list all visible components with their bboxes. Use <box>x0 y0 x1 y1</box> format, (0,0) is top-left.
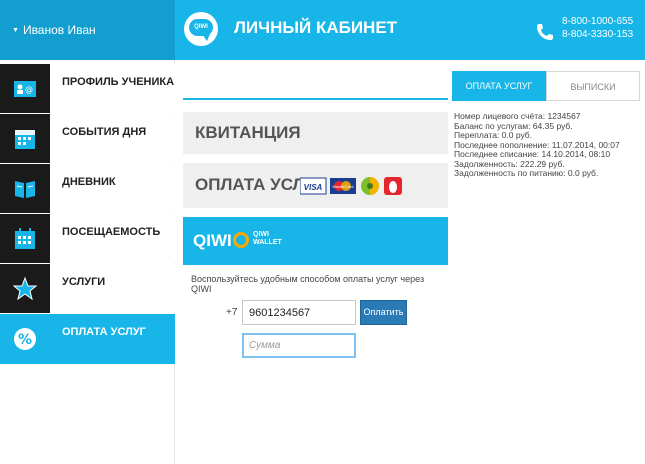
phone-prefix: +7 <box>226 307 238 318</box>
page-title: ЛИЧНЫЙ КАБИНЕТ <box>234 18 398 37</box>
phone-1: 8-800-1000-655 <box>562 16 634 27</box>
user-menu[interactable]: ▼ Иванов Иван <box>0 0 175 60</box>
qiwi-wallet-line-1: QIWI <box>253 231 269 238</box>
qiwi-description: Воспользуйтесь удобным способом оплаты у… <box>191 274 425 294</box>
svg-text:@: @ <box>25 85 33 94</box>
sidebar-icon-box <box>0 214 50 263</box>
right-tabs: ОПЛАТА УСЛУГ ВЫПИСКИ <box>452 71 640 101</box>
payment-section[interactable]: ОПЛАТА УСЛУГ VISA MasterCard <box>183 163 448 208</box>
sidebar-item-profile[interactable]: @ ПРОФИЛЬ УЧЕНИКА <box>0 64 175 113</box>
qiwi-wallet-label: QIWI WALLET <box>253 231 282 247</box>
phone-2: 8-804-3330-153 <box>562 29 634 40</box>
percent-icon: % <box>14 328 36 350</box>
id-card-icon: @ <box>14 81 36 97</box>
calendar-grid-icon <box>15 228 35 249</box>
sidebar-item-services[interactable]: УСЛУГИ <box>0 264 175 313</box>
sidebar-item-label: УСЛУГИ <box>62 276 106 288</box>
star-icon <box>12 276 38 301</box>
logo-tail <box>202 34 210 41</box>
sidebar-item-events[interactable]: СОБЫТИЯ ДНЯ <box>0 114 175 163</box>
divider <box>183 98 448 100</box>
receipt-section[interactable]: КВИТАНЦИЯ <box>183 112 448 154</box>
sidebar: @ ПРОФИЛЬ УЧЕНИКА СОБЫТИЯ ДНЯ ДНЕВНИК ПО… <box>0 60 175 464</box>
sidebar-item-label: СОБЫТИЯ ДНЯ <box>62 126 147 138</box>
sidebar-icon-box: % <box>0 314 50 363</box>
tab-payment[interactable]: ОПЛАТА УСЛУГ <box>452 71 546 101</box>
qiwi-title: QIWI <box>193 231 232 250</box>
pay-button[interactable]: Оплатить <box>360 300 407 325</box>
mts-egg <box>389 181 397 193</box>
sidebar-item-attendance[interactable]: ПОСЕЩАЕМОСТЬ <box>0 214 175 263</box>
user-name: Иванов Иван <box>22 23 96 37</box>
phone-field[interactable] <box>242 300 356 325</box>
sidebar-item-diary[interactable]: ДНЕВНИК <box>0 164 175 213</box>
book-icon <box>15 181 35 198</box>
main-content: КВИТАНЦИЯ ОПЛАТА УСЛУГ VISA MasterCard Q… <box>183 60 448 464</box>
sidebar-icon-box: @ <box>0 64 50 113</box>
sum-input[interactable] <box>242 333 356 358</box>
sidebar-item-label: ОПЛАТА УСЛУГ <box>62 326 146 338</box>
sidebar-item-label: ПОСЕЩАЕМОСТЬ <box>62 226 161 238</box>
mastercard-label: MasterCard <box>333 184 354 189</box>
calendar-events-icon <box>15 130 35 149</box>
sidebar-item-label: ДНЕВНИК <box>62 176 116 188</box>
tab-statements[interactable]: ВЫПИСКИ <box>546 71 640 101</box>
qiwi-logo: QIWI <box>184 12 218 46</box>
visa-label: VISA <box>304 183 323 192</box>
qiwi-wallet-icon <box>233 232 249 248</box>
wallet-icon-center <box>367 183 373 189</box>
phone-numbers: 8-800-1000-655 8-804-3330-153 <box>562 15 633 41</box>
sidebar-icon-box <box>0 164 50 213</box>
account-info: Номер лицевого счёта: 1234567 Баланс по … <box>454 111 642 179</box>
qiwi-header: QIWI QIWI WALLET <box>183 217 448 265</box>
svg-text:%: % <box>18 332 32 348</box>
sidebar-item-payment[interactable]: % ОПЛАТА УСЛУГ <box>0 314 175 364</box>
sidebar-item-label: ПРОФИЛЬ УЧЕНИКА <box>62 76 175 88</box>
phone-icon <box>537 24 553 40</box>
caret-down-icon: ▼ <box>12 26 19 34</box>
info-line: Задолженность по питанию: 0.0 руб. <box>454 168 599 178</box>
receipt-title: КВИТАНЦИЯ <box>195 123 301 142</box>
payment-methods-icons: VISA MasterCard <box>300 177 402 195</box>
sidebar-icon-box <box>0 264 50 313</box>
sidebar-icon-box <box>0 114 50 163</box>
qiwi-wallet-line-2: WALLET <box>253 239 282 246</box>
